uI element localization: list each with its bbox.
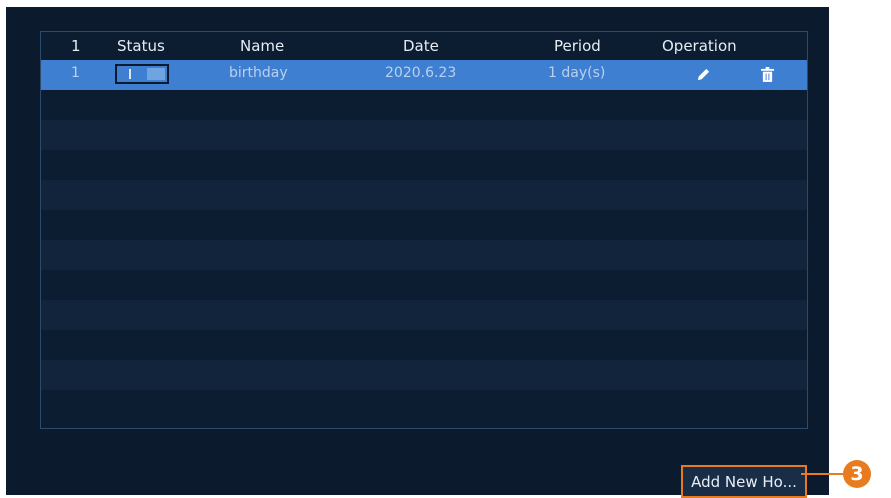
empty-row (41, 390, 807, 420)
header-operation: Operation (662, 37, 737, 55)
row-period: 1 day(s) (548, 65, 606, 81)
status-toggle[interactable] (115, 64, 169, 84)
header-period: Period (554, 37, 601, 55)
pencil-icon[interactable] (696, 67, 711, 86)
empty-row (41, 270, 807, 300)
header-status: Status (117, 37, 165, 55)
toggle-on-mark (129, 69, 131, 79)
row-date: 2020.6.23 (385, 65, 457, 81)
trash-icon[interactable] (761, 67, 774, 86)
header-index: 1 (71, 37, 81, 55)
empty-row (41, 210, 807, 240)
header-name: Name (240, 37, 285, 55)
empty-row (41, 300, 807, 330)
header-date: Date (403, 37, 439, 55)
add-new-holiday-button[interactable]: Add New Ho... (681, 465, 807, 498)
toggle-knob (147, 68, 165, 80)
holiday-table: 1 Status Name Date Period Operation 1 bi… (40, 31, 808, 429)
empty-row (41, 120, 807, 150)
table-body: 1 birthday 2020.6.23 1 day(s) (41, 60, 807, 420)
table-header: 1 Status Name Date Period Operation (41, 32, 807, 59)
empty-row (41, 180, 807, 210)
table-row[interactable]: 1 birthday 2020.6.23 1 day(s) (41, 60, 807, 90)
empty-row (41, 240, 807, 270)
empty-row (41, 360, 807, 390)
callout-line (801, 473, 843, 475)
holiday-settings-panel: 1 Status Name Date Period Operation 1 bi… (6, 7, 829, 498)
empty-row (41, 150, 807, 180)
row-name: birthday (229, 65, 288, 81)
row-index: 1 (71, 65, 80, 81)
empty-row (41, 90, 807, 120)
empty-row (41, 330, 807, 360)
callout-badge: 3 (843, 460, 871, 488)
